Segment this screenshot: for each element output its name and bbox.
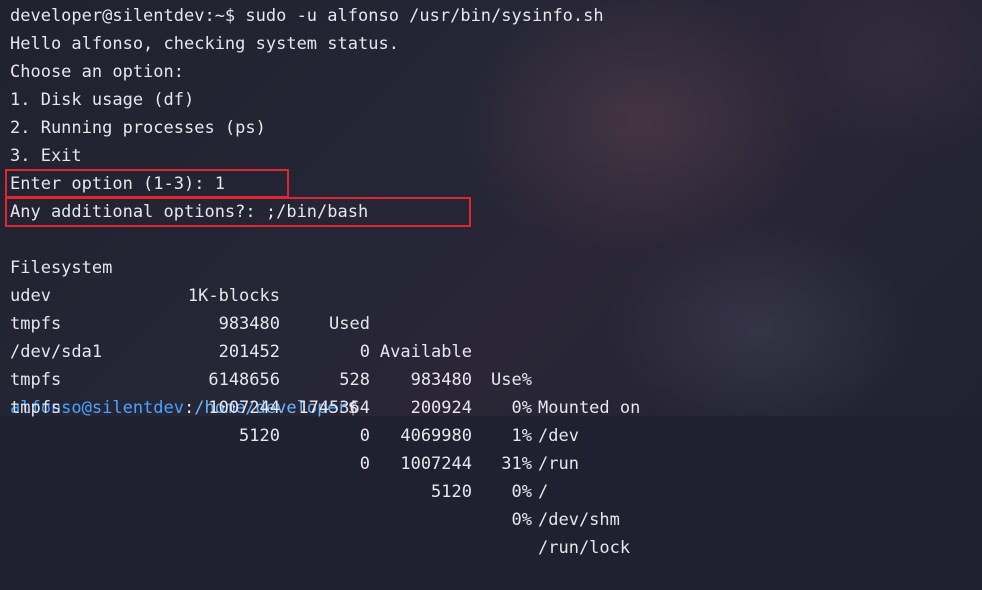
table-row: /dev/sda1 6148656 1745364 4069980 31% / bbox=[10, 310, 710, 502]
df-cell-usepct: 31% bbox=[501, 454, 532, 474]
df-cell-used: 0 bbox=[359, 426, 370, 446]
df-cell-usepct: 0% bbox=[511, 482, 532, 502]
menu-option-3: 3. Exit bbox=[10, 146, 82, 166]
menu-option-2: 2. Running processes (ps) bbox=[10, 118, 266, 138]
df-cell-usepct: 0% bbox=[511, 398, 532, 418]
table-row: tmpfs 5120 0 5120 0% /run/lock bbox=[10, 366, 710, 558]
df-cell-mounted: /run/lock bbox=[538, 538, 631, 558]
df-cell-usepct: 0% bbox=[511, 510, 532, 530]
output-choose: Choose an option: bbox=[10, 62, 184, 82]
df-cell-blocks: 5120 bbox=[239, 426, 280, 446]
df-cell-available: 5120 bbox=[431, 482, 472, 502]
df-cell-mounted: /dev/shm bbox=[538, 510, 620, 530]
df-cell-available: 1007244 bbox=[400, 454, 472, 474]
output-hello: Hello alfonso, checking system status. bbox=[10, 34, 399, 54]
df-cell-available: 4069980 bbox=[400, 426, 472, 446]
df-cell-used: 0 bbox=[359, 454, 370, 474]
df-cell-available: 200924 bbox=[410, 398, 472, 418]
enter-option-line: Enter option (1-3): 1 bbox=[10, 174, 225, 194]
df-cell-used: 1745364 bbox=[298, 398, 370, 418]
df-cell-mounted: /dev bbox=[538, 426, 579, 446]
table-row: tmpfs 201452 528 200924 1% /run bbox=[10, 282, 710, 474]
df-cell-filesystem: tmpfs bbox=[10, 398, 62, 418]
terminal-window[interactable]: developer@silentdev:~$ sudo -u alfonso /… bbox=[5, 2, 982, 558]
table-row: udev 983480 0 983480 0% /dev bbox=[10, 254, 710, 446]
command-line: developer@silentdev:~$ sudo -u alfonso /… bbox=[10, 6, 604, 26]
additional-options-line: Any additional options?: ;/bin/bash bbox=[10, 202, 369, 222]
menu-option-1: 1. Disk usage (df) bbox=[10, 90, 195, 110]
df-cell-mounted: /run bbox=[538, 454, 579, 474]
df-cell-mounted: / bbox=[538, 482, 549, 502]
df-header-row: Filesystem 1K-blocks Used Available Use%… bbox=[10, 226, 710, 418]
df-header-mounted: Mounted on bbox=[538, 398, 641, 418]
df-cell-blocks: 1007244 bbox=[208, 398, 280, 418]
table-row: tmpfs 1007244 0 1007244 0% /dev/shm bbox=[10, 338, 710, 530]
df-cell-usepct: 1% bbox=[511, 426, 532, 446]
df-output-table: Filesystem 1K-blocks Used Available Use%… bbox=[10, 226, 982, 558]
